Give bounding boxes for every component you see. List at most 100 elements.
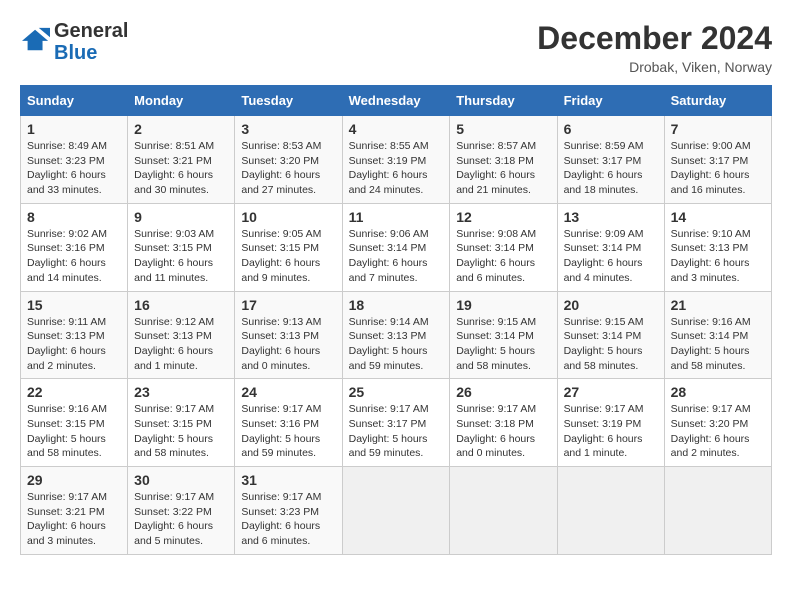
day-number: 19 [456,297,550,313]
calendar-cell [557,467,664,555]
day-info: Sunrise: 9:17 AM Sunset: 3:22 PM Dayligh… [134,490,228,549]
day-info: Sunrise: 9:02 AM Sunset: 3:16 PM Dayligh… [27,227,121,286]
calendar-cell: 8 Sunrise: 9:02 AM Sunset: 3:16 PM Daylig… [21,203,128,291]
calendar-cell: 24Sunrise: 9:17 AM Sunset: 3:16 PM Dayli… [235,379,342,467]
calendar-cell: 29Sunrise: 9:17 AM Sunset: 3:21 PM Dayli… [21,467,128,555]
day-number: 6 [564,121,658,137]
calendar-cell: 3 Sunrise: 8:53 AM Sunset: 3:20 PM Daylig… [235,116,342,204]
calendar-cell: 23 Sunrise: 9:17 AM Sunset: 3:15 PM Dayli… [128,379,235,467]
day-info: Sunrise: 9:05 AM Sunset: 3:15 PM Dayligh… [241,227,335,286]
week-row-3: 15 Sunrise: 9:11 AM Sunset: 3:13 PM Dayli… [21,291,772,379]
day-info: Sunrise: 9:17 AM Sunset: 3:19 PM Dayligh… [564,402,658,461]
day-number: 28 [671,384,765,400]
day-number: 11 [349,209,444,225]
calendar-cell: 14Sunrise: 9:10 AM Sunset: 3:13 PM Dayli… [664,203,771,291]
calendar-cell [342,467,450,555]
day-number: 5 [456,121,550,137]
day-info: Sunrise: 9:03 AM Sunset: 3:15 PM Dayligh… [134,227,228,286]
day-info: Sunrise: 9:17 AM Sunset: 3:23 PM Dayligh… [241,490,335,549]
col-header-wednesday: Wednesday [342,86,450,116]
day-info: Sunrise: 9:16 AM Sunset: 3:15 PM Dayligh… [27,402,121,461]
day-number: 26 [456,384,550,400]
week-row-1: 1Sunrise: 8:49 AM Sunset: 3:23 PM Daylig… [21,116,772,204]
logo: General Blue [20,20,128,64]
calendar-table: SundayMondayTuesdayWednesdayThursdayFrid… [20,85,772,555]
day-number: 2 [134,121,228,137]
day-number: 8 [27,209,121,225]
month-year: December 2024 [537,20,772,57]
week-row-5: 29Sunrise: 9:17 AM Sunset: 3:21 PM Dayli… [21,467,772,555]
page-header: General Blue December 2024 Drobak, Viken… [20,20,772,75]
calendar-cell: 27 Sunrise: 9:17 AM Sunset: 3:19 PM Dayli… [557,379,664,467]
calendar-cell: 28Sunrise: 9:17 AM Sunset: 3:20 PM Dayli… [664,379,771,467]
day-info: Sunrise: 9:10 AM Sunset: 3:13 PM Dayligh… [671,227,765,286]
day-number: 13 [564,209,658,225]
calendar-cell: 15 Sunrise: 9:11 AM Sunset: 3:13 PM Dayli… [21,291,128,379]
day-number: 12 [456,209,550,225]
calendar-cell: 21Sunrise: 9:16 AM Sunset: 3:14 PM Dayli… [664,291,771,379]
day-number: 29 [27,472,121,488]
col-header-saturday: Saturday [664,86,771,116]
logo-icon [22,26,50,54]
day-number: 30 [134,472,228,488]
day-info: Sunrise: 8:55 AM Sunset: 3:19 PM Dayligh… [349,139,444,198]
calendar-cell: 13Sunrise: 9:09 AM Sunset: 3:14 PM Dayli… [557,203,664,291]
day-info: Sunrise: 9:11 AM Sunset: 3:13 PM Dayligh… [27,315,121,374]
col-header-tuesday: Tuesday [235,86,342,116]
logo-general: General [54,20,128,42]
day-info: Sunrise: 9:17 AM Sunset: 3:17 PM Dayligh… [349,402,444,461]
calendar-cell: 17 Sunrise: 9:13 AM Sunset: 3:13 PM Dayli… [235,291,342,379]
col-header-friday: Friday [557,86,664,116]
day-number: 16 [134,297,228,313]
day-info: Sunrise: 9:17 AM Sunset: 3:18 PM Dayligh… [456,402,550,461]
col-header-thursday: Thursday [450,86,557,116]
day-info: Sunrise: 9:08 AM Sunset: 3:14 PM Dayligh… [456,227,550,286]
calendar-cell: 26 Sunrise: 9:17 AM Sunset: 3:18 PM Dayli… [450,379,557,467]
col-header-monday: Monday [128,86,235,116]
location: Drobak, Viken, Norway [537,59,772,75]
day-number: 7 [671,121,765,137]
day-info: Sunrise: 9:06 AM Sunset: 3:14 PM Dayligh… [349,227,444,286]
calendar-cell: 19 Sunrise: 9:15 AM Sunset: 3:14 PM Dayli… [450,291,557,379]
day-number: 10 [241,209,335,225]
day-number: 24 [241,384,335,400]
day-number: 21 [671,297,765,313]
calendar-cell: 7Sunrise: 9:00 AM Sunset: 3:17 PM Daylig… [664,116,771,204]
day-info: Sunrise: 9:13 AM Sunset: 3:13 PM Dayligh… [241,315,335,374]
calendar-cell: 30 Sunrise: 9:17 AM Sunset: 3:22 PM Dayli… [128,467,235,555]
logo-blue: Blue [54,42,97,64]
day-info: Sunrise: 9:12 AM Sunset: 3:13 PM Dayligh… [134,315,228,374]
calendar-cell: 12 Sunrise: 9:08 AM Sunset: 3:14 PM Dayli… [450,203,557,291]
calendar-cell: 2 Sunrise: 8:51 AM Sunset: 3:21 PM Daylig… [128,116,235,204]
day-number: 27 [564,384,658,400]
calendar-cell: 31 Sunrise: 9:17 AM Sunset: 3:23 PM Dayli… [235,467,342,555]
title-block: December 2024 Drobak, Viken, Norway [537,20,772,75]
calendar-cell: 6Sunrise: 8:59 AM Sunset: 3:17 PM Daylig… [557,116,664,204]
day-info: Sunrise: 9:15 AM Sunset: 3:14 PM Dayligh… [456,315,550,374]
calendar-cell: 4Sunrise: 8:55 AM Sunset: 3:19 PM Daylig… [342,116,450,204]
calendar-cell: 25Sunrise: 9:17 AM Sunset: 3:17 PM Dayli… [342,379,450,467]
day-info: Sunrise: 8:53 AM Sunset: 3:20 PM Dayligh… [241,139,335,198]
day-number: 9 [134,209,228,225]
day-info: Sunrise: 8:49 AM Sunset: 3:23 PM Dayligh… [27,139,121,198]
day-number: 18 [349,297,444,313]
col-header-sunday: Sunday [21,86,128,116]
day-info: Sunrise: 8:51 AM Sunset: 3:21 PM Dayligh… [134,139,228,198]
day-info: Sunrise: 9:15 AM Sunset: 3:14 PM Dayligh… [564,315,658,374]
calendar-cell: 11 Sunrise: 9:06 AM Sunset: 3:14 PM Dayli… [342,203,450,291]
calendar-cell [450,467,557,555]
day-number: 3 [241,121,335,137]
day-number: 23 [134,384,228,400]
calendar-cell: 18 Sunrise: 9:14 AM Sunset: 3:13 PM Dayli… [342,291,450,379]
day-number: 31 [241,472,335,488]
calendar-cell: 16 Sunrise: 9:12 AM Sunset: 3:13 PM Dayli… [128,291,235,379]
day-info: Sunrise: 9:17 AM Sunset: 3:15 PM Dayligh… [134,402,228,461]
week-row-4: 22Sunrise: 9:16 AM Sunset: 3:15 PM Dayli… [21,379,772,467]
calendar-cell: 1Sunrise: 8:49 AM Sunset: 3:23 PM Daylig… [21,116,128,204]
day-number: 17 [241,297,335,313]
day-number: 15 [27,297,121,313]
calendar-cell: 10 Sunrise: 9:05 AM Sunset: 3:15 PM Dayli… [235,203,342,291]
calendar-cell: 22Sunrise: 9:16 AM Sunset: 3:15 PM Dayli… [21,379,128,467]
day-info: Sunrise: 9:14 AM Sunset: 3:13 PM Dayligh… [349,315,444,374]
calendar-cell: 5Sunrise: 8:57 AM Sunset: 3:18 PM Daylig… [450,116,557,204]
